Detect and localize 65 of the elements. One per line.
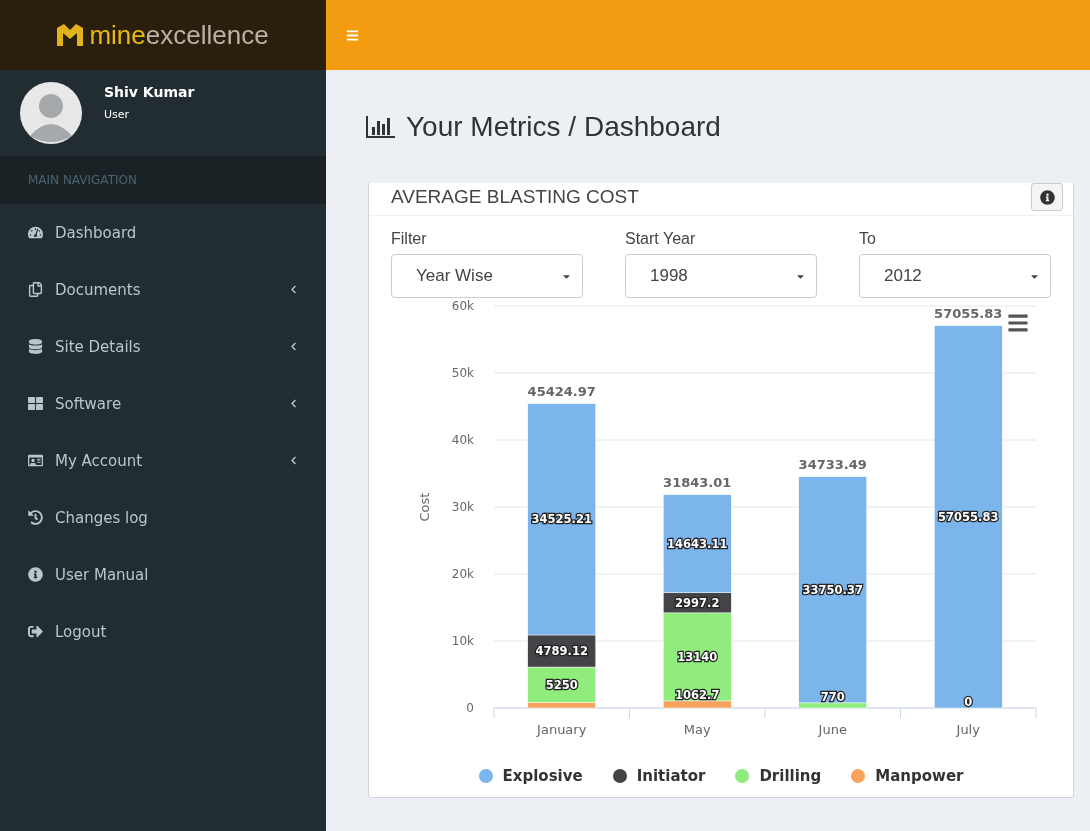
legend-item[interactable]: Initiator [612,767,706,785]
stack-total: 31843.01 [663,474,732,490]
data-label: 4789.12 [535,644,588,658]
data-label: 34525.21 [531,512,592,527]
select-field[interactable]: 1998 [625,254,817,298]
history-icon [28,510,43,525]
avatar-icon [20,82,82,144]
select-field[interactable]: 2012 [859,254,1051,298]
speedometer-icon [28,225,43,240]
axis-tick-label: 50k [451,366,474,380]
select-field[interactable]: Year Wise [391,254,583,298]
nav-item[interactable]: My Account [0,432,326,489]
stack-total: 45424.97 [527,383,596,399]
menu-icon[interactable] [1007,312,1029,334]
card-title: AVERAGE BLASTING COST [391,186,639,208]
nav-item[interactable]: Dashboard [0,204,326,261]
user-name: Shiv Kumar [104,84,195,100]
field-label: Start Year [625,230,697,248]
stack-total: 57055.83 [934,305,1003,321]
info-button[interactable] [1031,183,1063,211]
data-label: 14643.11 [667,536,728,551]
field-label: To [859,230,877,248]
axis-title: Cost [417,492,432,522]
page-title: Your Metrics / Dashboard [406,111,721,143]
info-icon [1039,189,1055,205]
info-icon [28,567,43,582]
brand-name: mineexcellence [89,19,269,51]
axis-tick-label: 0 [466,701,474,715]
axis-tick-label: 60k [451,299,474,313]
data-label: 13140 [677,649,718,664]
stack-total: 34733.49 [798,456,867,472]
sign-out-icon [28,624,43,639]
data-label: 770 [820,689,845,704]
axis-tick-label: May [683,722,711,737]
nav-item[interactable]: Logout [0,603,326,660]
axis-tick-label: January [537,722,587,737]
nav-item[interactable]: Documents [0,261,326,318]
data-label: 2997.2 [675,595,720,610]
data-label: 5250 [545,677,578,692]
legend-item[interactable]: Explosive [478,767,583,785]
nav-item[interactable]: Changes log [0,489,326,546]
id-card-icon [28,453,43,468]
axis-tick-label: 10k [451,634,474,648]
axis-tick-label: 20k [451,567,474,581]
axis-tick-label: 40k [451,433,474,447]
bar-chart-icon [366,115,396,139]
user-role: User [104,108,131,121]
data-label: 33750.37 [802,582,863,597]
nav-item[interactable]: Site Details [0,318,326,375]
copy-icon [28,282,43,297]
legend-item[interactable]: Manpower [851,767,964,785]
data-label: 1062.7 [675,687,720,702]
nav-header: MAIN NAVIGATION [0,156,326,204]
grid-icon [28,396,43,411]
logo-icon [57,24,84,46]
field-label: Filter [391,230,428,248]
nav-item[interactable]: Software [0,375,326,432]
axis-tick-label: 30k [451,500,474,514]
legend-item[interactable]: Drilling [735,767,822,785]
data-label: 57055.83 [938,509,999,524]
data-label: 0 [964,695,973,709]
nav-item[interactable]: User Manual [0,546,326,603]
database-icon [28,339,43,354]
axis-tick-label: June [818,722,847,737]
axis-tick-label: July [956,722,980,737]
